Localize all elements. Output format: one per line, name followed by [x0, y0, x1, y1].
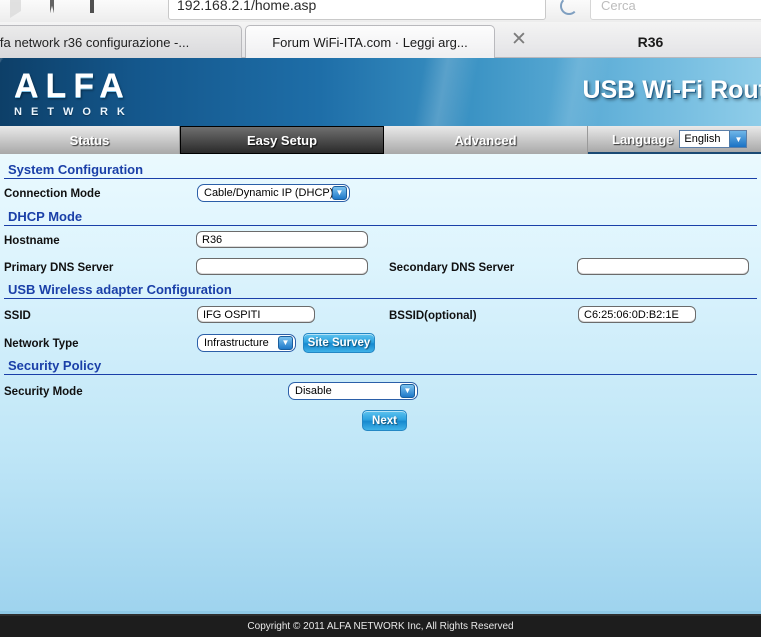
search-input[interactable]: Cerca [590, 0, 761, 20]
bssid-value: C6:25:06:0D:B2:1E [584, 308, 679, 321]
page-content: System Configuration Connection Mode Cab… [0, 160, 761, 435]
section-heading-usb-wireless: USB Wireless adapter Configuration [4, 280, 757, 299]
nav-tab-advanced[interactable]: Advanced [384, 126, 588, 154]
nav-tab-status[interactable]: Status [0, 126, 180, 154]
router-page: ALFA NETWORK USB Wi-Fi Rout Status Easy … [0, 58, 761, 637]
security-mode-label: Security Mode [4, 386, 83, 398]
main-navigation: Status Easy Setup Advanced Language Engl… [0, 126, 761, 154]
network-type-label: Network Type [4, 338, 79, 350]
section-heading-system-configuration: System Configuration [4, 160, 757, 179]
row-security-mode: Security Mode Disable ▼ [0, 375, 761, 405]
hostname-value: R36 [202, 233, 223, 246]
toolbar-icon-group [0, 0, 112, 18]
browser-tab-3-label: R36 [637, 33, 664, 50]
bookmark-icon[interactable] [50, 0, 72, 16]
copyright-text: Copyright © 2011 ALFA NETWORK Inc, All R… [247, 621, 514, 632]
language-label: Language [612, 131, 674, 147]
browser-toolbar: 192.168.2.1/home.asp Cerca [0, 0, 761, 22]
next-button-label: Next [372, 414, 397, 427]
nav-tab-easy-setup[interactable]: Easy Setup [180, 126, 384, 154]
row-actions: Next [0, 405, 761, 435]
logo-secondary-text: NETWORK [14, 106, 134, 118]
connection-mode-value: Cable/Dynamic IP (DHCP) [204, 187, 334, 199]
browser-tab-3[interactable]: R36 [540, 25, 761, 58]
next-button[interactable]: Next [362, 410, 407, 431]
section-heading-security-policy: Security Policy [4, 356, 757, 375]
section-heading-dhcp-mode: DHCP Mode [4, 207, 757, 226]
browser-tab-1[interactable]: lfa network r36 configurazione -... [0, 25, 242, 58]
connection-mode-select[interactable]: Cable/Dynamic IP (DHCP) ▼ [197, 184, 350, 202]
security-mode-select[interactable]: Disable ▼ [288, 382, 418, 400]
chevron-down-icon: ▼ [332, 186, 347, 200]
address-bar-text: 192.168.2.1/home.asp [177, 0, 317, 13]
secondary-dns-input[interactable] [577, 258, 749, 275]
nav-tab-easy-setup-label: Easy Setup [246, 132, 318, 148]
bssid-label: BSSID(optional) [389, 310, 477, 322]
logo-primary-text: ALFA [14, 67, 131, 105]
search-placeholder: Cerca [601, 0, 636, 13]
screen: 192.168.2.1/home.asp Cerca lfa network r… [0, 0, 761, 637]
secondary-dns-label: Secondary DNS Server [389, 262, 515, 274]
close-icon[interactable]: ✕ [508, 28, 530, 50]
site-survey-label: Site Survey [307, 337, 371, 349]
page-title: USB Wi-Fi Rout [582, 76, 761, 104]
alfa-logo: ALFA NETWORK [14, 68, 134, 118]
ssid-input[interactable]: IFG OSPITI [197, 306, 315, 323]
nav-tab-advanced-label: Advanced [454, 132, 517, 148]
network-type-select[interactable]: Infrastructure ▼ [197, 334, 296, 352]
row-network-type: Network Type Infrastructure ▼ Site Surve… [0, 328, 761, 356]
page-footer: Copyright © 2011 ALFA NETWORK Inc, All R… [0, 614, 761, 637]
hostname-label: Hostname [4, 235, 60, 247]
chevron-down-icon: ▼ [278, 336, 293, 350]
chevron-down-icon: ▼ [400, 384, 415, 398]
bssid-input[interactable]: C6:25:06:0D:B2:1E [578, 306, 696, 323]
hostname-input[interactable]: R36 [196, 231, 368, 248]
ssid-label: SSID [4, 310, 31, 322]
chevron-down-icon: ▼ [729, 131, 747, 147]
primary-dns-input[interactable] [196, 258, 368, 275]
language-select-value: English [684, 133, 721, 145]
network-type-value: Infrastructure [204, 337, 269, 349]
row-dns-servers: Primary DNS Server Secondary DNS Server [0, 253, 761, 280]
save-icon[interactable] [90, 0, 112, 16]
language-select[interactable]: English ▼ [679, 130, 748, 148]
language-area: Language English ▼ [588, 126, 761, 152]
play-icon[interactable] [10, 0, 32, 18]
browser-tabstrip: lfa network r36 configurazione -... Foru… [0, 22, 761, 58]
row-hostname: Hostname R36 [0, 226, 761, 253]
browser-tab-1-label: lfa network r36 configurazione -... [0, 34, 190, 50]
address-bar[interactable]: 192.168.2.1/home.asp [168, 0, 546, 20]
row-connection-mode: Connection Mode Cable/Dynamic IP (DHCP) … [0, 179, 761, 207]
site-survey-button[interactable]: Site Survey [303, 333, 375, 353]
browser-tab-2-label: Forum WiFi-ITA.com · Leggi arg... [272, 34, 468, 50]
nav-tab-status-label: Status [69, 132, 110, 148]
browser-tab-2[interactable]: Forum WiFi-ITA.com · Leggi arg... [245, 25, 495, 58]
connection-mode-label: Connection Mode [4, 188, 101, 200]
security-mode-value: Disable [295, 385, 332, 397]
ssid-value: IFG OSPITI [203, 308, 261, 321]
primary-dns-label: Primary DNS Server [4, 262, 114, 274]
reload-icon[interactable] [560, 0, 578, 15]
page-banner: ALFA NETWORK USB Wi-Fi Rout [0, 58, 761, 126]
row-ssid: SSID IFG OSPITI BSSID(optional) C6:25:06… [0, 299, 761, 328]
